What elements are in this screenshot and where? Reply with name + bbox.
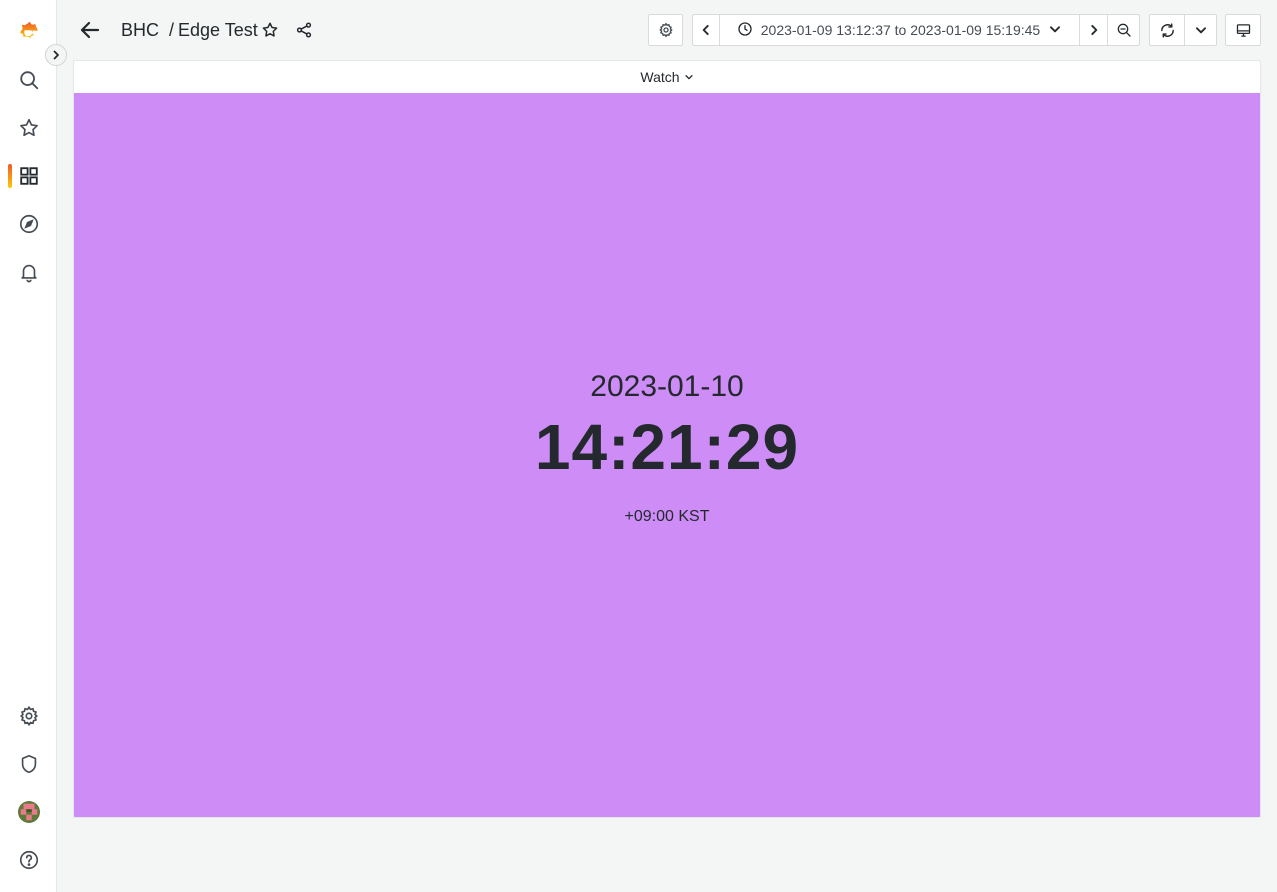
dashboard-settings-button[interactable] [648, 14, 683, 46]
monitor-icon [1236, 23, 1250, 37]
clock-display: 2023-01-10 14:21:29 +09:00 KST [74, 93, 1260, 817]
chevron-down-icon [1195, 27, 1206, 34]
zoom-out-icon [1117, 23, 1131, 37]
server-admin-shield-icon[interactable] [0, 740, 57, 788]
clock-icon [737, 21, 753, 40]
back-button[interactable] [77, 17, 103, 43]
chevron-down-icon [684, 75, 693, 80]
grafana-logo-icon [19, 21, 38, 38]
panel-title-menu[interactable]: Watch [74, 61, 1260, 93]
configuration-gear-icon[interactable] [0, 692, 57, 740]
refresh-interval-dropdown[interactable] [1184, 15, 1216, 45]
chevron-right-icon [1090, 24, 1097, 36]
refresh-button[interactable] [1150, 15, 1184, 45]
user-avatar[interactable] [0, 788, 57, 836]
settings-gear-icon [658, 22, 673, 38]
clock-date: 2023-01-10 [590, 370, 744, 403]
explore-icon[interactable] [0, 200, 57, 248]
cycle-view-mode-button[interactable] [1225, 14, 1261, 46]
chevron-right-icon [53, 50, 59, 60]
clock-timezone: +09:00 KST [624, 508, 710, 525]
expand-sidebar-button[interactable] [45, 44, 67, 66]
chevron-left-icon [702, 24, 709, 36]
watch-panel: Watch 2023-01-10 14:21:29 +09:00 KST [73, 60, 1261, 818]
breadcrumb-folder[interactable]: BHC [121, 20, 159, 41]
arrow-left-icon [80, 21, 100, 39]
dashboard-title[interactable]: Edge Test [178, 20, 258, 41]
refresh-icon [1160, 22, 1174, 38]
dashboards-icon[interactable] [0, 152, 57, 200]
starred-icon[interactable] [0, 104, 57, 152]
zoom-out-button[interactable] [1107, 15, 1139, 45]
share-dashboard-button[interactable] [293, 19, 315, 41]
share-icon [296, 22, 312, 38]
dashboard-navbar: BHC / Edge Test 2023-01-09 13:12:37 to 2… [57, 0, 1277, 58]
mark-as-favorite-button[interactable] [259, 19, 281, 41]
time-range-controls: 2023-01-09 13:12:37 to 2023-01-09 15:19:… [692, 14, 1140, 46]
help-icon[interactable] [0, 836, 57, 884]
clock-time: 14:21:29 [534, 411, 800, 483]
breadcrumb-separator: / [169, 19, 175, 40]
time-range-picker[interactable]: 2023-01-09 13:12:37 to 2023-01-09 15:19:… [719, 15, 1079, 45]
refresh-controls [1149, 14, 1217, 46]
time-range-label: 2023-01-09 13:12:37 to 2023-01-09 15:19:… [760, 22, 1041, 38]
sidebar [0, 0, 57, 892]
panel-title: Watch [640, 69, 680, 85]
time-shift-back-button[interactable] [693, 15, 719, 45]
time-shift-forward-button[interactable] [1079, 15, 1107, 45]
alerting-bell-icon[interactable] [0, 248, 57, 296]
chevron-down-icon [1048, 22, 1062, 39]
star-icon [262, 22, 278, 37]
breadcrumb: BHC / Edge Test [121, 18, 258, 42]
avatar-image [17, 801, 40, 823]
